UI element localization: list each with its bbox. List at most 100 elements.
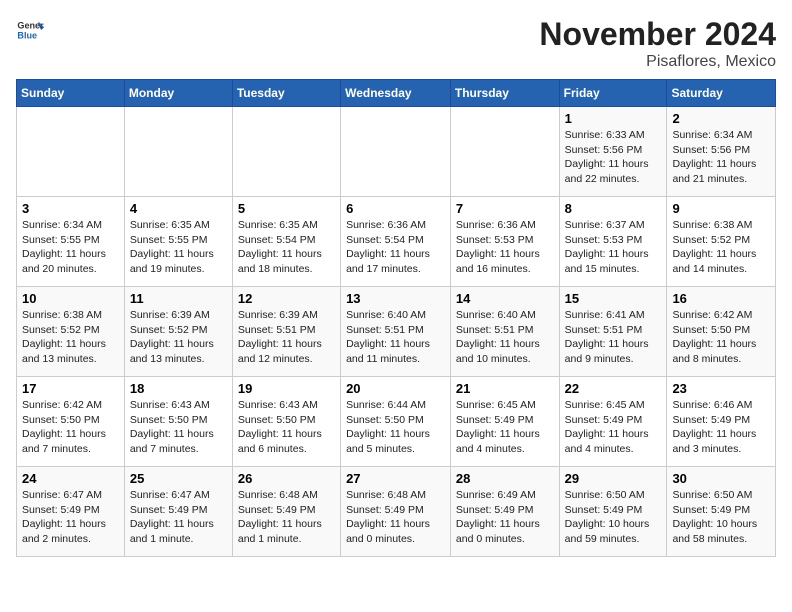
- day-cell: 22 Sunrise: 6:45 AM Sunset: 5:49 PM Dayli…: [559, 377, 667, 467]
- day-cell: 2 Sunrise: 6:34 AM Sunset: 5:56 PM Daylig…: [667, 107, 776, 197]
- week-row-2: 10 Sunrise: 6:38 AM Sunset: 5:52 PM Dayli…: [17, 287, 776, 377]
- day-info: Sunrise: 6:34 AM Sunset: 5:55 PM Dayligh…: [22, 218, 119, 277]
- day-cell: 25 Sunrise: 6:47 AM Sunset: 5:49 PM Dayli…: [124, 467, 232, 557]
- day-info: Sunrise: 6:40 AM Sunset: 5:51 PM Dayligh…: [456, 308, 554, 367]
- day-cell: 14 Sunrise: 6:40 AM Sunset: 5:51 PM Dayli…: [450, 287, 559, 377]
- day-cell: [124, 107, 232, 197]
- day-info: Sunrise: 6:40 AM Sunset: 5:51 PM Dayligh…: [346, 308, 445, 367]
- day-cell: 7 Sunrise: 6:36 AM Sunset: 5:53 PM Daylig…: [450, 197, 559, 287]
- day-cell: 19Sunrise: 6:43 AM Sunset: 5:50 PM Dayli…: [232, 377, 340, 467]
- day-number: 22: [565, 381, 662, 396]
- day-number: 17: [22, 381, 119, 396]
- day-cell: [17, 107, 125, 197]
- day-cell: 9 Sunrise: 6:38 AM Sunset: 5:52 PM Daylig…: [667, 197, 776, 287]
- logo: General Blue: [16, 16, 44, 44]
- month-title: November 2024: [539, 16, 776, 53]
- day-cell: 15Sunrise: 6:41 AM Sunset: 5:51 PM Dayli…: [559, 287, 667, 377]
- day-info: Sunrise: 6:37 AM Sunset: 5:53 PM Dayligh…: [565, 218, 662, 277]
- location: Pisaflores, Mexico: [539, 53, 776, 71]
- day-info: Sunrise: 6:48 AM Sunset: 5:49 PM Dayligh…: [346, 488, 445, 547]
- calendar-body: 1 Sunrise: 6:33 AM Sunset: 5:56 PM Daylig…: [17, 107, 776, 557]
- week-row-3: 17 Sunrise: 6:42 AM Sunset: 5:50 PM Dayli…: [17, 377, 776, 467]
- day-cell: 20Sunrise: 6:44 AM Sunset: 5:50 PM Dayli…: [341, 377, 451, 467]
- day-number: 24: [22, 471, 119, 486]
- day-info: Sunrise: 6:42 AM Sunset: 5:50 PM Dayligh…: [672, 308, 770, 367]
- day-info: Sunrise: 6:49 AM Sunset: 5:49 PM Dayligh…: [456, 488, 554, 547]
- day-cell: 6 Sunrise: 6:36 AM Sunset: 5:54 PM Daylig…: [341, 197, 451, 287]
- day-info: Sunrise: 6:46 AM Sunset: 5:49 PM Dayligh…: [672, 398, 770, 457]
- day-cell: 29Sunrise: 6:50 AM Sunset: 5:49 PM Dayli…: [559, 467, 667, 557]
- day-number: 14: [456, 291, 554, 306]
- day-cell: 23Sunrise: 6:46 AM Sunset: 5:49 PM Dayli…: [667, 377, 776, 467]
- day-cell: 21 Sunrise: 6:45 AM Sunset: 5:49 PM Dayli…: [450, 377, 559, 467]
- day-info: Sunrise: 6:43 AM Sunset: 5:50 PM Dayligh…: [130, 398, 227, 457]
- day-cell: 3 Sunrise: 6:34 AM Sunset: 5:55 PM Daylig…: [17, 197, 125, 287]
- day-info: Sunrise: 6:35 AM Sunset: 5:55 PM Dayligh…: [130, 218, 227, 277]
- day-info: Sunrise: 6:33 AM Sunset: 5:56 PM Dayligh…: [565, 128, 662, 187]
- day-cell: 28 Sunrise: 6:49 AM Sunset: 5:49 PM Dayli…: [450, 467, 559, 557]
- day-info: Sunrise: 6:48 AM Sunset: 5:49 PM Dayligh…: [238, 488, 335, 547]
- day-info: Sunrise: 6:47 AM Sunset: 5:49 PM Dayligh…: [130, 488, 227, 547]
- day-number: 28: [456, 471, 554, 486]
- day-number: 18: [130, 381, 227, 396]
- day-info: Sunrise: 6:45 AM Sunset: 5:49 PM Dayligh…: [456, 398, 554, 457]
- day-number: 2: [672, 111, 770, 126]
- day-number: 30: [672, 471, 770, 486]
- day-number: 5: [238, 201, 335, 216]
- day-info: Sunrise: 6:50 AM Sunset: 5:49 PM Dayligh…: [672, 488, 770, 547]
- day-number: 10: [22, 291, 119, 306]
- day-number: 13: [346, 291, 445, 306]
- day-number: 25: [130, 471, 227, 486]
- day-cell: 1 Sunrise: 6:33 AM Sunset: 5:56 PM Daylig…: [559, 107, 667, 197]
- day-cell: 10 Sunrise: 6:38 AM Sunset: 5:52 PM Dayli…: [17, 287, 125, 377]
- day-info: Sunrise: 6:34 AM Sunset: 5:56 PM Dayligh…: [672, 128, 770, 187]
- day-number: 26: [238, 471, 335, 486]
- day-cell: 27Sunrise: 6:48 AM Sunset: 5:49 PM Dayli…: [341, 467, 451, 557]
- day-cell: 8 Sunrise: 6:37 AM Sunset: 5:53 PM Daylig…: [559, 197, 667, 287]
- day-number: 4: [130, 201, 227, 216]
- day-cell: 24 Sunrise: 6:47 AM Sunset: 5:49 PM Dayli…: [17, 467, 125, 557]
- logo-icon: General Blue: [16, 16, 44, 44]
- header-cell-friday: Friday: [559, 80, 667, 107]
- day-number: 7: [456, 201, 554, 216]
- day-info: Sunrise: 6:36 AM Sunset: 5:54 PM Dayligh…: [346, 218, 445, 277]
- day-number: 6: [346, 201, 445, 216]
- day-cell: 26 Sunrise: 6:48 AM Sunset: 5:49 PM Dayli…: [232, 467, 340, 557]
- calendar-table: SundayMondayTuesdayWednesdayThursdayFrid…: [16, 79, 776, 557]
- day-number: 21: [456, 381, 554, 396]
- header-cell-sunday: Sunday: [17, 80, 125, 107]
- day-info: Sunrise: 6:35 AM Sunset: 5:54 PM Dayligh…: [238, 218, 335, 277]
- day-info: Sunrise: 6:45 AM Sunset: 5:49 PM Dayligh…: [565, 398, 662, 457]
- day-number: 29: [565, 471, 662, 486]
- day-cell: 17 Sunrise: 6:42 AM Sunset: 5:50 PM Dayli…: [17, 377, 125, 467]
- day-info: Sunrise: 6:39 AM Sunset: 5:52 PM Dayligh…: [130, 308, 227, 367]
- day-info: Sunrise: 6:38 AM Sunset: 5:52 PM Dayligh…: [22, 308, 119, 367]
- header-cell-monday: Monday: [124, 80, 232, 107]
- day-number: 3: [22, 201, 119, 216]
- day-info: Sunrise: 6:42 AM Sunset: 5:50 PM Dayligh…: [22, 398, 119, 457]
- week-row-0: 1 Sunrise: 6:33 AM Sunset: 5:56 PM Daylig…: [17, 107, 776, 197]
- day-info: Sunrise: 6:39 AM Sunset: 5:51 PM Dayligh…: [238, 308, 335, 367]
- day-cell: [341, 107, 451, 197]
- day-cell: 12 Sunrise: 6:39 AM Sunset: 5:51 PM Dayli…: [232, 287, 340, 377]
- day-number: 12: [238, 291, 335, 306]
- header-row: SundayMondayTuesdayWednesdayThursdayFrid…: [17, 80, 776, 107]
- header-cell-wednesday: Wednesday: [341, 80, 451, 107]
- day-info: Sunrise: 6:36 AM Sunset: 5:53 PM Dayligh…: [456, 218, 554, 277]
- day-info: Sunrise: 6:38 AM Sunset: 5:52 PM Dayligh…: [672, 218, 770, 277]
- day-info: Sunrise: 6:47 AM Sunset: 5:49 PM Dayligh…: [22, 488, 119, 547]
- header-cell-thursday: Thursday: [450, 80, 559, 107]
- day-number: 19: [238, 381, 335, 396]
- week-row-1: 3 Sunrise: 6:34 AM Sunset: 5:55 PM Daylig…: [17, 197, 776, 287]
- page-header: General Blue November 2024 Pisaflores, M…: [16, 16, 776, 71]
- day-cell: 13 Sunrise: 6:40 AM Sunset: 5:51 PM Dayli…: [341, 287, 451, 377]
- day-number: 11: [130, 291, 227, 306]
- day-cell: 18 Sunrise: 6:43 AM Sunset: 5:50 PM Dayli…: [124, 377, 232, 467]
- day-cell: 11 Sunrise: 6:39 AM Sunset: 5:52 PM Dayli…: [124, 287, 232, 377]
- week-row-4: 24 Sunrise: 6:47 AM Sunset: 5:49 PM Dayli…: [17, 467, 776, 557]
- day-cell: 5 Sunrise: 6:35 AM Sunset: 5:54 PM Daylig…: [232, 197, 340, 287]
- day-number: 20: [346, 381, 445, 396]
- day-number: 1: [565, 111, 662, 126]
- day-number: 8: [565, 201, 662, 216]
- day-number: 9: [672, 201, 770, 216]
